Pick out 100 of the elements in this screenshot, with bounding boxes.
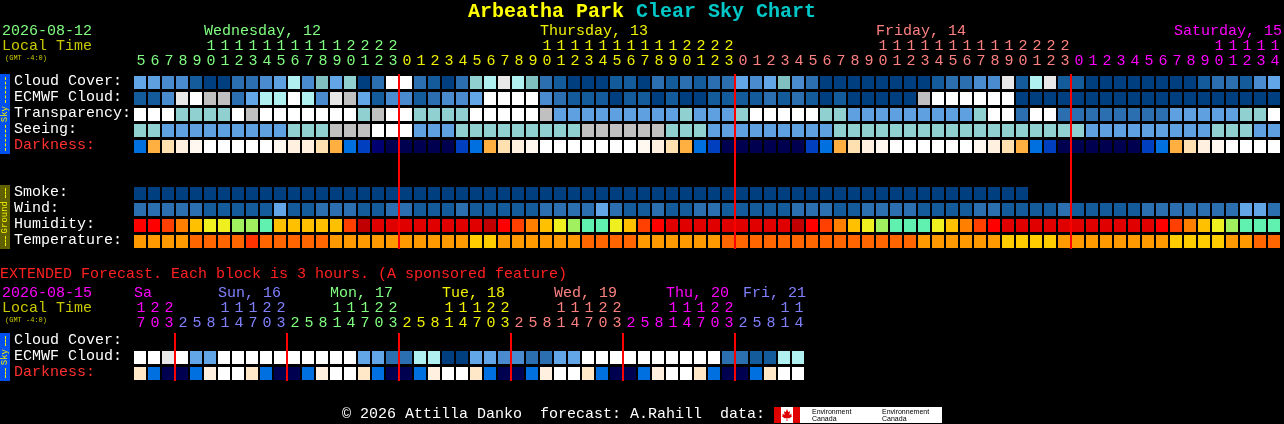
- hour-digit: 6: [821, 54, 833, 70]
- hour-digit: 1: [471, 301, 483, 316]
- hour-digit: 8: [849, 54, 861, 70]
- hour-digit: 1: [219, 54, 231, 70]
- hour-digit: 1: [583, 39, 595, 54]
- midnight-line: [398, 333, 400, 381]
- row-label: Wind:: [13, 201, 59, 217]
- hour-digit: 7: [359, 316, 371, 332]
- hour-digit: 1: [891, 39, 903, 54]
- hour-digit: 3: [387, 316, 399, 332]
- row-label: Temperature:: [13, 233, 123, 249]
- hour-digit: 1: [541, 39, 553, 54]
- day-label: Fri, 21: [743, 286, 806, 301]
- hour-digit: 3: [583, 54, 595, 70]
- hour-digit: 1: [667, 301, 679, 316]
- hour-digit: 9: [191, 54, 203, 70]
- hour-digit: 8: [653, 54, 665, 70]
- midnight-line: [286, 333, 288, 381]
- hour-digit: 8: [513, 54, 525, 70]
- hour-digit: 1: [443, 316, 455, 332]
- hour-digit: 9: [1199, 54, 1211, 70]
- hour-digit: 5: [1143, 54, 1155, 70]
- row-label: Darkness:: [13, 365, 95, 381]
- hour-digit: 1: [219, 39, 231, 54]
- flag-icon: [774, 407, 801, 423]
- hour-digit: 1: [751, 54, 763, 70]
- hour-digit: 2: [387, 301, 399, 316]
- hour-digit: 2: [345, 39, 357, 54]
- hour-digit: 1: [933, 39, 945, 54]
- day-label: Mon, 17: [330, 286, 393, 301]
- hour-digit: 2: [709, 301, 721, 316]
- hour-digit: 5: [275, 54, 287, 70]
- hour-digit: 8: [1185, 54, 1197, 70]
- hour-digit: 3: [611, 316, 623, 332]
- hour-digit: 4: [597, 54, 609, 70]
- hour-digit: 1: [233, 301, 245, 316]
- hour-digit: 2: [1031, 39, 1043, 54]
- hour-digit: 2: [611, 301, 623, 316]
- hour-digit: 7: [639, 54, 651, 70]
- hour-digit: 9: [667, 54, 679, 70]
- hour-digit: 4: [233, 316, 245, 332]
- hour-digit: 7: [695, 316, 707, 332]
- hour-digit: 1: [1269, 39, 1281, 54]
- day-label: Saturday, 15: [1173, 24, 1282, 39]
- hour-digit: 2: [373, 39, 385, 54]
- hour-digit: 1: [359, 54, 371, 70]
- hour-digit: 4: [261, 54, 273, 70]
- hour-digit: 2: [373, 301, 385, 316]
- hour-digit: 1: [261, 39, 273, 54]
- hour-digit: 0: [597, 316, 609, 332]
- hour-digit: 2: [513, 316, 525, 332]
- hour-digit: 1: [219, 301, 231, 316]
- hour-digit: 0: [877, 54, 889, 70]
- hour-digit: 4: [457, 316, 469, 332]
- hour-digit: 3: [723, 54, 735, 70]
- hour-digit: 1: [625, 39, 637, 54]
- hour-digit: 1: [1213, 39, 1225, 54]
- midnight-line: [734, 333, 736, 381]
- hour-digit: 4: [1269, 54, 1281, 70]
- day-label: Thu, 20: [666, 286, 729, 301]
- day-label: Thursday, 13: [540, 24, 649, 39]
- hour-digit: 1: [555, 39, 567, 54]
- hour-digit: 6: [289, 54, 301, 70]
- hour-digit: 1: [905, 39, 917, 54]
- midnight-line: [174, 333, 176, 381]
- hour-digit: 1: [1227, 39, 1239, 54]
- hour-digit: 3: [1115, 54, 1127, 70]
- hour-digit: 1: [919, 39, 931, 54]
- hour-digit: 4: [345, 316, 357, 332]
- hour-digit: 4: [681, 316, 693, 332]
- day-label: Wednesday, 12: [204, 24, 322, 39]
- hour-digit: 3: [275, 316, 287, 332]
- hour-digit: 1: [1241, 39, 1253, 54]
- hour-digit: 1: [219, 316, 231, 332]
- hour-digit: 2: [289, 316, 301, 332]
- hour-digit: 3: [247, 54, 259, 70]
- hour-digit: 1: [611, 39, 623, 54]
- hour-digit: 8: [765, 316, 777, 332]
- hour-digit: 5: [751, 316, 763, 332]
- hour-digit: 2: [905, 54, 917, 70]
- hour-digit: 6: [961, 54, 973, 70]
- hour-digit: 6: [1157, 54, 1169, 70]
- hour-digit: 1: [275, 39, 287, 54]
- hour-digit: 1: [975, 39, 987, 54]
- hour-digit: 0: [737, 54, 749, 70]
- hour-digit: 2: [485, 301, 497, 316]
- hour-digit: 6: [485, 54, 497, 70]
- hour-digit: 7: [471, 316, 483, 332]
- time-label: Local Time: [1, 39, 92, 54]
- hour-digit: 1: [653, 39, 665, 54]
- hour-digit: 0: [149, 316, 161, 332]
- hour-digit: 9: [1003, 54, 1015, 70]
- hour-digit: 1: [555, 316, 567, 332]
- hour-digit: 8: [653, 316, 665, 332]
- hour-digit: 1: [779, 316, 791, 332]
- hour-digit: 8: [429, 316, 441, 332]
- hour-digit: 5: [415, 316, 427, 332]
- hour-digit: 1: [247, 301, 259, 316]
- hour-digit: 4: [569, 316, 581, 332]
- hour-digit: 7: [247, 316, 259, 332]
